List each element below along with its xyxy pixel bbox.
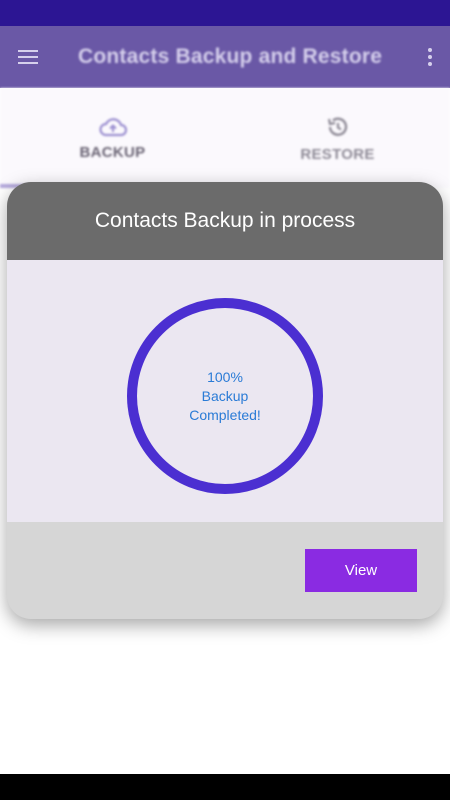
tab-backup[interactable]: BACKUP xyxy=(0,88,225,188)
navigation-bar xyxy=(0,774,450,800)
hamburger-menu-icon[interactable] xyxy=(0,26,56,88)
dialog-footer: View xyxy=(7,522,443,619)
view-button[interactable]: View xyxy=(305,549,417,592)
tab-restore-label: RESTORE xyxy=(300,145,375,163)
progress-text: 100% Backup Completed! xyxy=(127,298,323,494)
restore-icon xyxy=(327,117,347,136)
cloud-upload-icon xyxy=(98,117,127,136)
dialog-header: Contacts Backup in process xyxy=(7,182,443,260)
app-title: Contacts Backup and Restore xyxy=(78,45,383,68)
app-bar: Contacts Backup and Restore xyxy=(0,26,450,88)
tab-backup-label: BACKUP xyxy=(79,143,146,161)
tab-bar: BACKUP RESTORE xyxy=(0,88,450,188)
progress-percent: 100% xyxy=(207,368,243,385)
dialog-title: Contacts Backup in process xyxy=(94,209,356,232)
tab-restore[interactable]: RESTORE xyxy=(225,88,450,188)
overflow-menu-icon[interactable] xyxy=(410,26,450,88)
dialog-body: 100% Backup Completed! xyxy=(7,260,443,522)
progress-status-line1: Backup xyxy=(201,387,249,404)
backup-progress-dialog: Contacts Backup in process 100% Backup C… xyxy=(7,182,443,619)
status-bar xyxy=(0,0,450,26)
progress-status-line2: Completed! xyxy=(189,406,261,423)
